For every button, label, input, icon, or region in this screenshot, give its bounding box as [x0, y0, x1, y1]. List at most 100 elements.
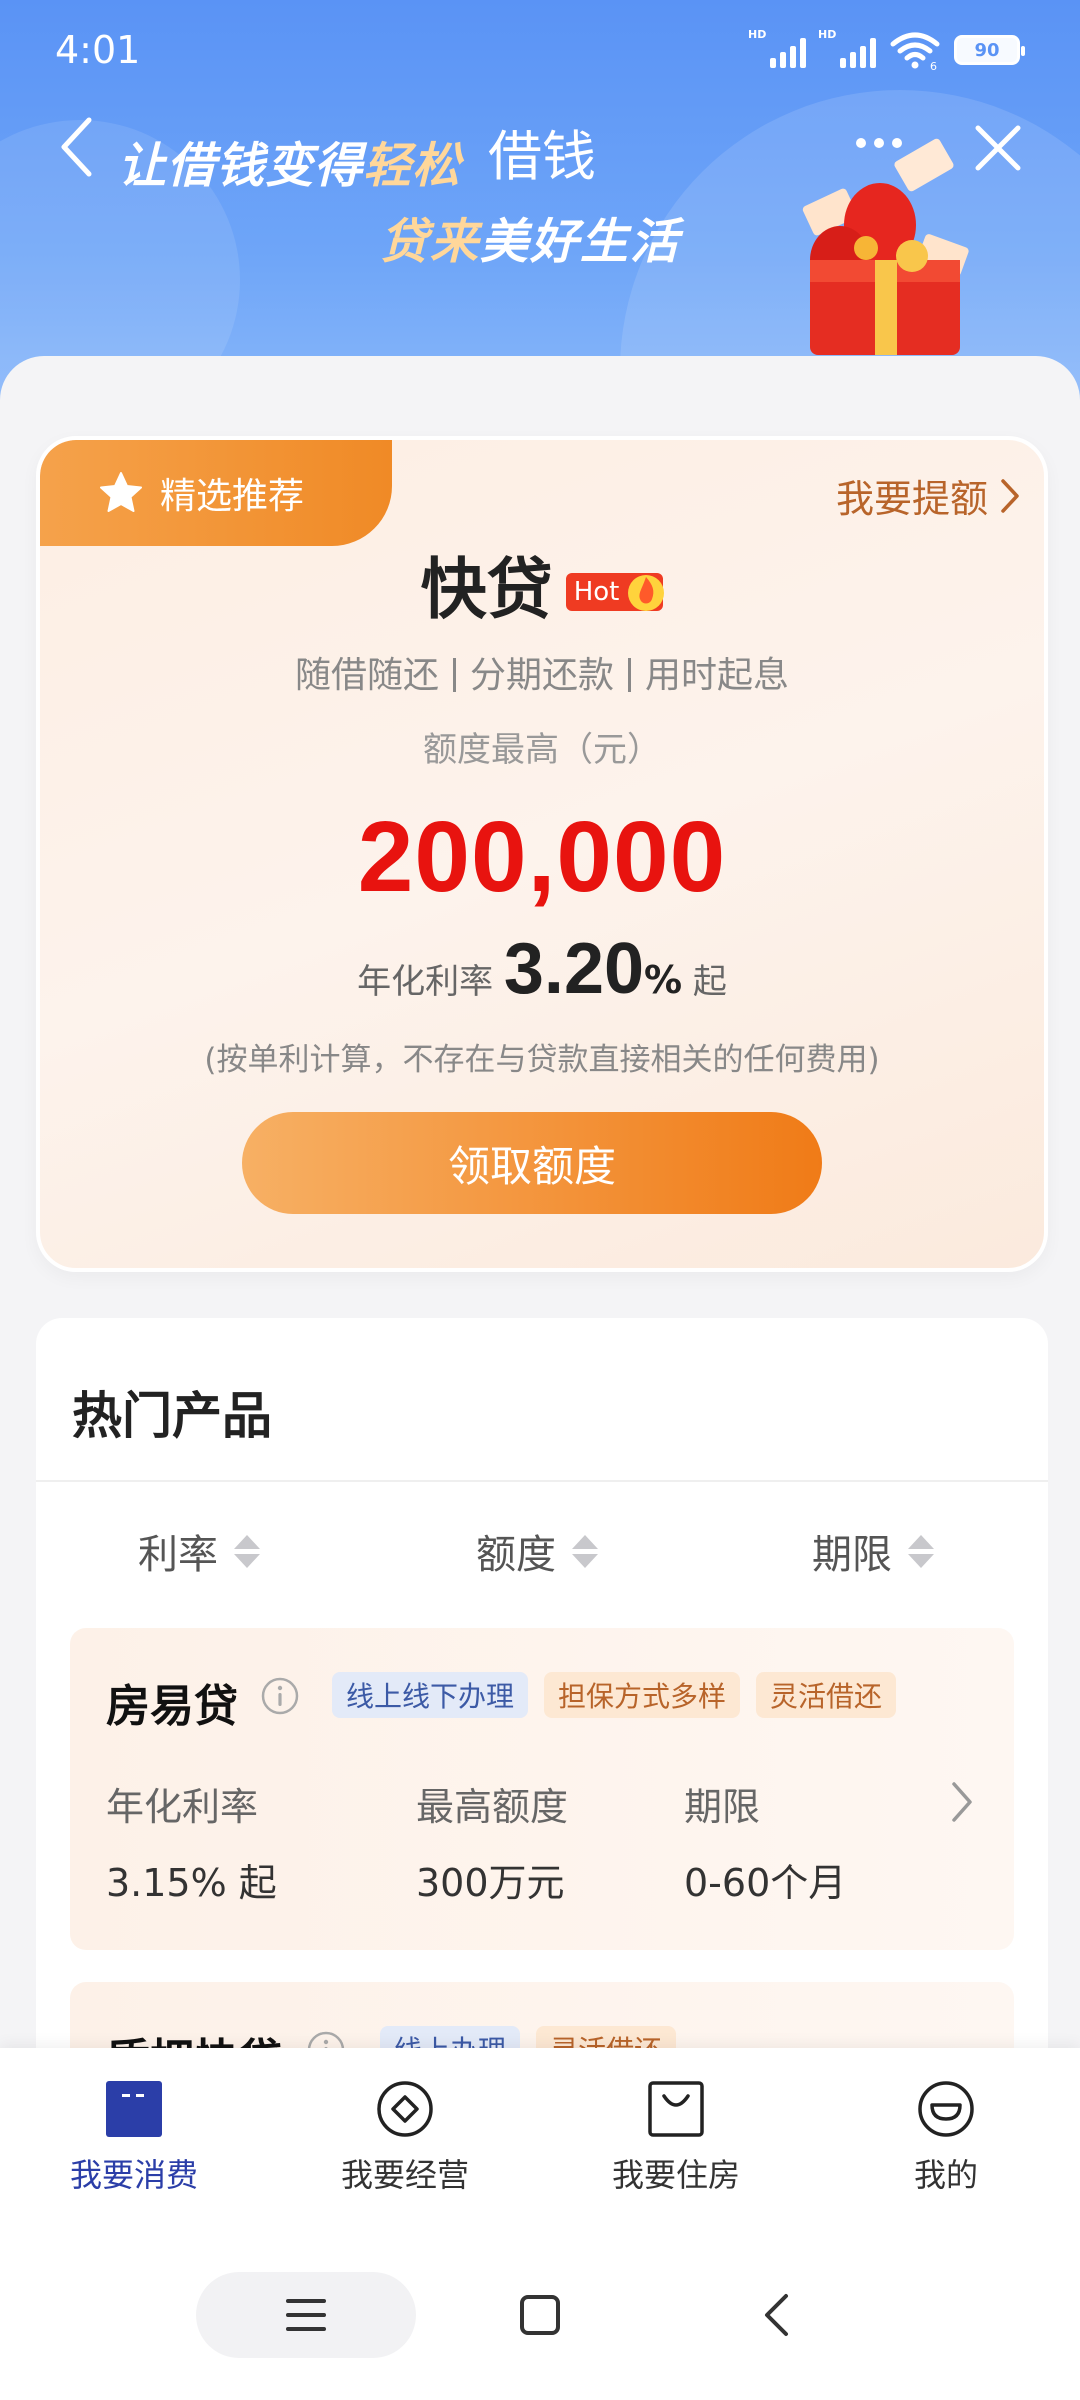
divider — [36, 1480, 1048, 1482]
sort-icon — [908, 1534, 934, 1568]
sort-label: 利率 — [138, 1532, 218, 1578]
slogan-text: 美好生活 — [480, 214, 681, 270]
sort-icon — [572, 1534, 598, 1568]
rate-suffix: 起 — [692, 962, 727, 1002]
banner-slogan: 让借钱变得轻松 — [118, 126, 461, 196]
slogan-text: 让借钱变得 — [118, 138, 364, 194]
product-name: 快贷 — [420, 551, 553, 628]
banner-slogan: 贷来美好生活 — [380, 202, 680, 272]
rate-value: 3.20 — [503, 929, 645, 1009]
wifi-sub: 6 — [930, 60, 937, 70]
info-icon[interactable] — [260, 1676, 300, 1716]
battery-icon: 90 — [954, 35, 1025, 65]
back-button[interactable] — [48, 112, 104, 182]
interest-rate: 年化利率 3.20% 起 — [40, 928, 1044, 1010]
status-bar: 4:01 HD HD 6 90 — [0, 0, 1080, 100]
get-credit-button[interactable]: 领取额度 — [242, 1112, 822, 1214]
fee-note: (按单利计算，不存在与贷款直接相关的任何费用) — [204, 1042, 880, 1078]
metric-value: 300万元 — [416, 1861, 565, 1905]
home-button[interactable] — [500, 2272, 580, 2358]
system-navigation-bar — [0, 2228, 1080, 2400]
sort-bar: 利率 额度 期限 — [36, 1522, 1048, 1582]
network-type: HD — [818, 28, 837, 41]
square-icon — [520, 2295, 560, 2335]
sort-label: 额度 — [476, 1532, 556, 1578]
chevron-right-icon — [952, 1782, 972, 1822]
status-icons: HD HD 6 90 — [748, 28, 1025, 70]
feature-item: 分期还款 — [469, 655, 614, 696]
nav-label: 我的 — [913, 2156, 978, 2194]
nav-item-business[interactable]: 我要经营 — [305, 2080, 505, 2196]
featured-loan-card: 精选推荐 我要提额 快贷 Hot 随借随还 分期还款 用时起息 额度最高（元） 20… — [36, 436, 1048, 1272]
metric-label: 期限 — [684, 1785, 761, 1829]
bag-icon — [648, 2081, 704, 2137]
hot-products-section: 热门产品 利率 额度 期限 房易贷 线上线下办理 担保方式多样 灵活借还 年化利… — [36, 1318, 1048, 2078]
limit-label: 额度最高（元） — [423, 730, 661, 770]
product-title: 快贷 Hot — [40, 536, 1044, 632]
hot-label: Hot — [573, 577, 620, 607]
sort-icon — [234, 1534, 260, 1568]
nav-label: 我要经营 — [340, 2156, 469, 2194]
slogan-highlight: 轻松 — [363, 138, 462, 194]
product-tag: 担保方式多样 — [544, 1672, 741, 1718]
metric-label: 年化利率 — [106, 1785, 259, 1829]
rate-unit: % — [644, 958, 683, 1002]
metric-label: 最高额度 — [416, 1785, 569, 1829]
wallet-icon — [106, 2081, 162, 2137]
feature-divider — [628, 658, 631, 692]
product-name: 房易贷 — [106, 1681, 238, 1732]
star-icon — [100, 472, 142, 512]
nav-item-consume[interactable]: 我要消费 — [34, 2080, 234, 2196]
signal-icon: HD — [818, 28, 876, 68]
section-title: 热门产品 — [72, 1387, 272, 1445]
dot-icon — [874, 138, 884, 148]
dot-icon — [892, 138, 902, 148]
slogan-highlight: 贷来 — [380, 214, 481, 270]
menu-icon — [286, 2299, 326, 2331]
sort-by-amount[interactable]: 额度 — [476, 1522, 598, 1580]
product-tags: 线上线下办理 担保方式多样 灵活借还 — [332, 1672, 897, 1718]
badge-label: 精选推荐 — [160, 476, 305, 517]
bottom-navigation: 我要消费 我要经营 我要住房 我的 — [0, 2048, 1080, 2228]
feature-divider — [452, 658, 456, 692]
hot-badge: Hot — [565, 573, 665, 611]
page-title: 借钱 — [488, 125, 596, 188]
recent-apps-button[interactable] — [196, 2272, 416, 2358]
nav-label: 我要消费 — [69, 2156, 198, 2194]
product-card[interactable]: 房易贷 线上线下办理 担保方式多样 灵活借还 年化利率 3.15% 起 最高额度… — [70, 1628, 1014, 1950]
recommended-badge: 精选推荐 — [40, 440, 392, 546]
signal-icon: HD — [748, 28, 806, 68]
chevron-right-icon — [1001, 478, 1019, 513]
increase-limit-link[interactable]: 我要提额 — [836, 468, 1020, 523]
product-tag: 灵活借还 — [756, 1672, 897, 1718]
link-label: 我要提额 — [835, 477, 988, 521]
profile-icon — [918, 2081, 974, 2137]
status-time: 4:01 — [55, 28, 141, 72]
nav-item-housing[interactable]: 我要住房 — [576, 2080, 776, 2196]
dot-icon — [856, 138, 866, 148]
network-type: HD — [748, 28, 767, 41]
limit-amount: 200,000 — [357, 801, 727, 913]
sort-by-rate[interactable]: 利率 — [138, 1522, 260, 1580]
nav-label: 我要住房 — [611, 2156, 740, 2194]
feature-item: 用时起息 — [645, 655, 790, 696]
product-features: 随借随还 分期还款 用时起息 — [40, 646, 1044, 698]
more-button[interactable] — [856, 138, 902, 148]
metric-value: 3.15% 起 — [106, 1861, 277, 1905]
nav-item-mine[interactable]: 我的 — [846, 2080, 1046, 2196]
gift-illustration — [802, 138, 969, 355]
metric-value: 0-60个月 — [684, 1861, 847, 1905]
close-button[interactable] — [968, 118, 1028, 178]
rate-label: 年化利率 — [357, 962, 494, 1002]
chevron-left-icon — [765, 2294, 788, 2336]
system-back-button[interactable] — [736, 2272, 816, 2358]
sort-label: 期限 — [812, 1532, 892, 1578]
battery-level: 90 — [974, 39, 1000, 61]
chevron-left-icon — [61, 117, 92, 177]
wifi-icon: 6 — [890, 32, 940, 70]
flame-icon — [628, 575, 665, 611]
diamond-icon — [377, 2081, 433, 2137]
sort-by-term[interactable]: 期限 — [812, 1522, 934, 1580]
product-tag: 线上线下办理 — [332, 1672, 529, 1718]
feature-item: 随借随还 — [294, 655, 439, 696]
